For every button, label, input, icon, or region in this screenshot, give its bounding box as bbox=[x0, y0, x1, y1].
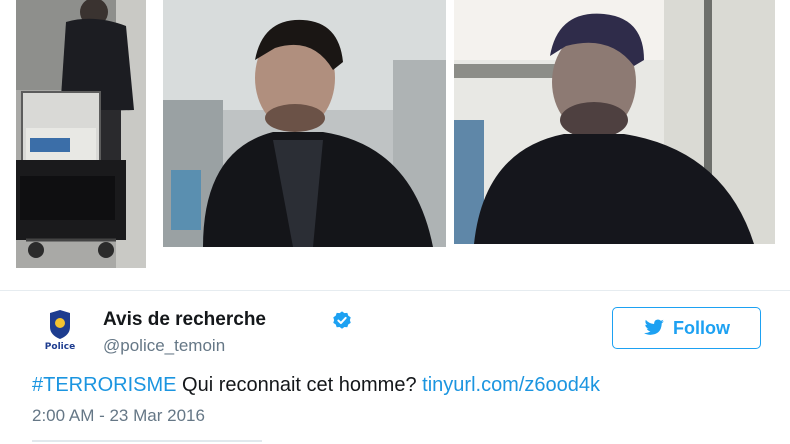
hashtag-link[interactable]: #TERRORISME bbox=[32, 374, 176, 396]
photo-strip bbox=[0, 0, 790, 268]
photo-suspect-closeup[interactable] bbox=[163, 0, 446, 247]
tweet-timestamp[interactable]: 2:00 AM - 23 Mar 2016 bbox=[32, 406, 205, 426]
tweet-actions-row bbox=[32, 434, 262, 444]
follow-button-label: Follow bbox=[673, 317, 730, 338]
avatar-police-label: Police bbox=[45, 342, 75, 352]
tweet-text: #TERRORISME Qui reconnait cet homme? tin… bbox=[32, 374, 600, 397]
twitter-bird-icon bbox=[644, 319, 664, 335]
verified-badge-icon bbox=[333, 311, 351, 329]
user-handle[interactable]: @police_temoin bbox=[103, 336, 225, 356]
tweet-url-link[interactable]: tinyurl.com/z6ood4k bbox=[422, 374, 600, 396]
tweet-body: Qui reconnait cet homme? bbox=[176, 374, 423, 396]
display-name[interactable]: Avis de recherche bbox=[103, 309, 266, 331]
follow-button[interactable]: Follow bbox=[612, 307, 761, 349]
photo-suspect-hat[interactable] bbox=[454, 0, 775, 244]
police-avatar[interactable]: Police bbox=[36, 307, 84, 355]
photo-suspect-trolley[interactable] bbox=[16, 0, 146, 268]
